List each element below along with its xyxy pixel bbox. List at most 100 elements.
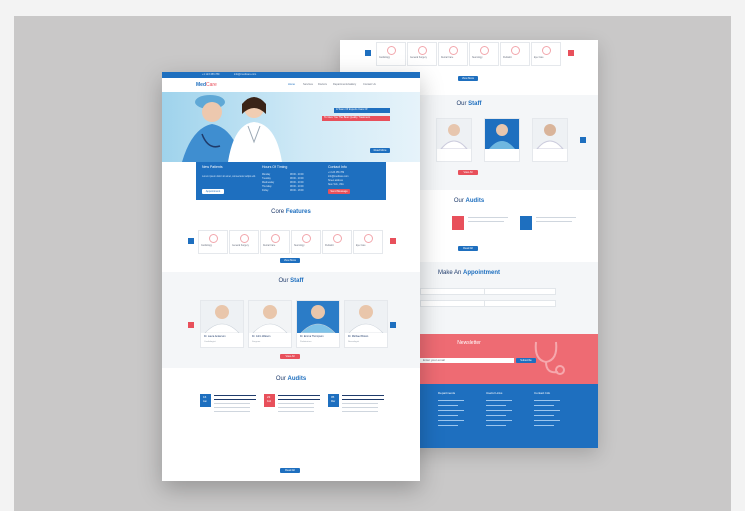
feature-label: General Surgery [410, 57, 427, 59]
audit-month: Feb [267, 400, 272, 403]
hero-read-more-button[interactable]: Read More [370, 148, 390, 153]
footer-link[interactable] [486, 405, 506, 406]
nav-item[interactable]: Home [288, 83, 295, 87]
top-email: info@medicare.com [234, 72, 257, 76]
feature-card[interactable]: Dental Care [438, 42, 468, 66]
staff-name: Dr. John Watson [252, 335, 271, 338]
audit-text-line [342, 399, 384, 400]
feature-label: Pediatric [325, 245, 334, 247]
footer-link[interactable] [438, 410, 464, 411]
footer-link[interactable] [534, 415, 554, 416]
footer-link[interactable] [438, 415, 458, 416]
back-staff-button[interactable]: View All [458, 170, 478, 175]
send-message-button[interactable]: Send Message [328, 189, 350, 194]
feature-card[interactable]: Pediatric [322, 230, 352, 254]
footer-link[interactable] [486, 420, 512, 421]
footer-link[interactable] [438, 405, 458, 406]
back-appointment-input[interactable] [484, 300, 556, 307]
back-features-button[interactable]: View More [458, 76, 478, 81]
staff-prev-arrow[interactable] [188, 322, 194, 328]
medical-cross-icon [302, 234, 311, 243]
features-view-more-button[interactable]: View More [280, 258, 300, 263]
back-staff-card[interactable] [532, 118, 568, 162]
back-appointment-input[interactable] [420, 300, 492, 307]
staff-title: Our Staff [278, 278, 304, 284]
feature-card[interactable]: Neurology [291, 230, 321, 254]
footer-link[interactable] [486, 415, 506, 416]
feature-card[interactable]: Neurology [469, 42, 499, 66]
nav-item[interactable]: Gallery [348, 83, 356, 87]
audit-day: 23 [267, 395, 271, 399]
staff-card[interactable]: Dr. John Watson Surgeon [248, 300, 292, 348]
back-next-arrow[interactable] [568, 50, 574, 56]
hero-banner: A Team Of Experts Care Of To Give You Th… [162, 92, 420, 162]
staff-card[interactable]: Dr. Laura Anderson Cardiologist [200, 300, 244, 348]
feature-card[interactable]: Eye Care [353, 230, 383, 254]
back-appointment-input[interactable] [484, 288, 556, 295]
contact-line: New York, USA [328, 184, 344, 186]
back-audit-text [468, 217, 508, 218]
feature-card[interactable]: Cardiology [376, 42, 406, 66]
footer-link[interactable] [534, 405, 554, 406]
mockup-frame: Cardiology General Surgery Dental Care Neur… [14, 16, 731, 511]
appointment-button[interactable]: Appointment [202, 189, 224, 194]
footer-link[interactable] [486, 425, 506, 426]
feature-label: Neurology [472, 57, 483, 59]
feature-card[interactable]: General Surgery [229, 230, 259, 254]
audit-text-line [278, 395, 320, 396]
footer-col-title: Departments [438, 391, 456, 395]
back-audits-button[interactable]: Read All [458, 246, 478, 251]
feature-card[interactable]: Eye Care [531, 42, 561, 66]
feature-card[interactable]: Cardiology [198, 230, 228, 254]
back-prev-arrow[interactable] [365, 50, 371, 56]
back-staff-card[interactable] [484, 118, 520, 162]
feature-card[interactable]: General Surgery [407, 42, 437, 66]
front-page-mockup: +1 123 456 789 info@medicare.com MedCare… [162, 72, 420, 481]
audit-text-line [278, 399, 320, 400]
logo[interactable]: MedCare [196, 82, 217, 88]
hours-day: Wednesday [262, 182, 275, 184]
staff-next-arrow[interactable] [390, 322, 396, 328]
footer-link[interactable] [486, 410, 512, 411]
nav-item[interactable]: Services [303, 83, 313, 87]
footer-col-title: Useful Links [486, 391, 503, 395]
doctor-photo [201, 301, 243, 334]
back-staff-card[interactable] [436, 118, 472, 162]
medical-cross-icon [209, 234, 218, 243]
info-hours-title: Hours Of Timing [262, 165, 288, 169]
audit-date-badge: 05 Mar [328, 394, 339, 407]
audit-month: Mar [331, 400, 336, 403]
doctor-photo [297, 301, 339, 334]
staff-card[interactable]: Dr. Emma Thompson Pediatrician [296, 300, 340, 348]
nav-item[interactable]: Contact Us [363, 83, 376, 87]
staff-card[interactable]: Dr. Michael Brown Neurologist [344, 300, 388, 348]
newsletter-email-input[interactable]: Enter your email [420, 358, 514, 363]
feature-card[interactable]: Dental Care [260, 230, 290, 254]
audit-text-line [342, 403, 378, 404]
features-title: Core Features [271, 209, 311, 215]
footer-link[interactable] [534, 400, 560, 401]
back-staff-next-arrow[interactable] [580, 137, 586, 143]
footer-link[interactable] [438, 425, 458, 426]
staff-view-all-button[interactable]: View All [280, 354, 300, 359]
nav-item[interactable]: Departments [333, 83, 348, 87]
footer-link[interactable] [534, 420, 560, 421]
audit-month: Jan [203, 400, 207, 403]
footer-link[interactable] [438, 420, 464, 421]
footer-link[interactable] [534, 410, 560, 411]
medical-cross-icon [480, 46, 489, 55]
staff-role: Surgeon [252, 341, 261, 343]
feature-card[interactable]: Pediatric [500, 42, 530, 66]
staff-name: Dr. Laura Anderson [204, 335, 226, 338]
footer-link[interactable] [534, 425, 554, 426]
features-prev-arrow[interactable] [188, 238, 194, 244]
doctor-photo [345, 301, 387, 334]
audit-text-line [278, 411, 314, 412]
footer-link[interactable] [486, 400, 512, 401]
audits-read-all-button[interactable]: Read All [280, 468, 300, 473]
footer-link[interactable] [438, 400, 464, 401]
features-next-arrow[interactable] [390, 238, 396, 244]
back-appointment-input[interactable] [420, 288, 492, 295]
nav-item[interactable]: Doctors [318, 83, 327, 87]
hours-day: Thursday [262, 186, 272, 188]
